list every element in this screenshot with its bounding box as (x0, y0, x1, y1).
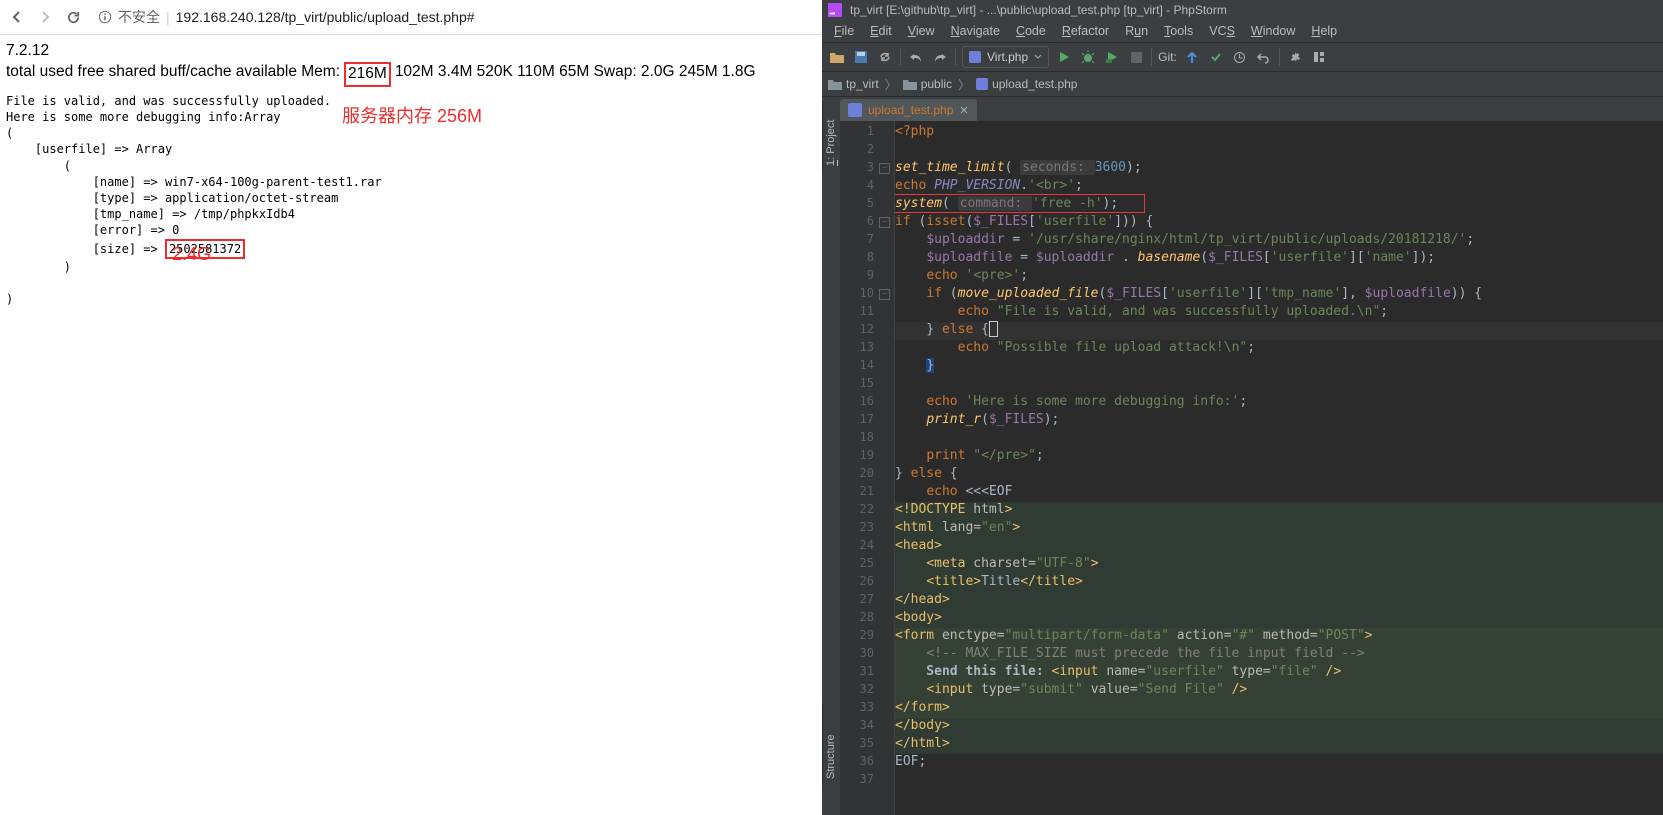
sync-icon[interactable] (876, 48, 894, 66)
editor[interactable]: 12 3− 45 6− 789 10− 11121314 15161718 19… (840, 121, 1663, 815)
redo-icon[interactable] (931, 48, 949, 66)
ide-title-bar: tp_virt [E:\github\tp_virt] - ...\public… (822, 0, 1663, 20)
run-config-combo[interactable]: Virt.php (962, 46, 1049, 68)
sidebar-structure-label[interactable]: Structure (822, 703, 839, 785)
fold-icon[interactable]: − (879, 289, 890, 300)
menu-bar: File Edit View Navigate Code Refactor Ru… (822, 20, 1663, 43)
git-label: Git: (1158, 50, 1177, 64)
ide-pane: tp_virt [E:\github\tp_virt] - ...\public… (822, 0, 1663, 815)
php-file-icon (969, 51, 981, 63)
run-button[interactable] (1055, 48, 1073, 66)
debug-button[interactable] (1079, 48, 1097, 66)
run-config-label: Virt.php (987, 50, 1028, 64)
undo-icon[interactable] (907, 48, 925, 66)
crumb-project[interactable]: tp_virt (828, 77, 879, 91)
tab-upload-test[interactable]: upload_test.php ✕ (840, 99, 977, 121)
settings-icon[interactable] (1286, 48, 1304, 66)
php-file-icon (848, 103, 862, 117)
code-area[interactable]: <?php set_time_limit( seconds: 3600); ec… (895, 121, 1663, 815)
stop-button[interactable] (1127, 48, 1145, 66)
ide-title: tp_virt [E:\github\tp_virt] - ...\public… (850, 3, 1227, 17)
menu-navigate[interactable]: Navigate (943, 22, 1008, 40)
page-content: 7.2.12 total used free shared buff/cache… (0, 35, 822, 313)
url-text: 192.168.240.128/tp_virt/public/upload_te… (176, 9, 475, 25)
menu-view[interactable]: View (900, 22, 943, 40)
structure-popup-icon[interactable] (1310, 48, 1328, 66)
chevron-down-icon (1034, 54, 1042, 60)
fold-icon[interactable]: − (879, 217, 890, 228)
address-bar: 不安全 | 192.168.240.128/tp_virt/public/upl… (0, 0, 822, 35)
mem-boxed-value: 216M (344, 62, 391, 87)
menu-help[interactable]: Help (1303, 22, 1345, 40)
url-field[interactable]: 不安全 | 192.168.240.128/tp_virt/public/upl… (90, 4, 816, 30)
info-icon (98, 10, 112, 24)
menu-tools[interactable]: Tools (1156, 22, 1201, 40)
menu-run[interactable]: Run (1117, 22, 1156, 40)
crumb-file[interactable]: upload_test.php (976, 77, 1077, 91)
mem-prefix: total used free shared buff/cache availa… (6, 62, 340, 87)
menu-vcs[interactable]: VCS (1201, 22, 1243, 40)
phpstorm-logo-icon (828, 3, 842, 17)
crumb-public[interactable]: public (903, 77, 952, 91)
toolbar: Virt.php Git: (822, 43, 1663, 72)
vcs-commit-icon[interactable] (1207, 48, 1225, 66)
sidebar-project-label[interactable]: 1: Project (822, 100, 839, 172)
editor-tabs: upload_test.php ✕ (822, 97, 1663, 121)
mem-rest: 102M 3.4M 520K 110M 65M Swap: 2.0G 245M … (395, 62, 756, 87)
save-all-icon[interactable] (852, 48, 870, 66)
vcs-update-icon[interactable] (1183, 48, 1201, 66)
annotation-24g: 2.4G (172, 244, 211, 265)
tab-label: upload_test.php (868, 103, 953, 117)
open-icon[interactable] (828, 48, 846, 66)
close-tab-icon[interactable]: ✕ (959, 104, 968, 117)
menu-window[interactable]: Window (1243, 22, 1303, 40)
browser-pane: 不安全 | 192.168.240.128/tp_virt/public/upl… (0, 0, 822, 815)
breadcrumbs: tp_virt 〉 public 〉 upload_test.php (822, 72, 1663, 97)
fold-icon[interactable]: − (879, 163, 890, 174)
coverage-icon[interactable] (1103, 48, 1121, 66)
vcs-history-icon[interactable] (1231, 48, 1249, 66)
menu-file[interactable]: File (826, 22, 862, 40)
menu-refactor[interactable]: Refactor (1054, 22, 1117, 40)
insecure-label: 不安全 (118, 7, 160, 27)
reload-button[interactable] (62, 6, 84, 28)
nav-back-button[interactable] (6, 6, 28, 28)
php-version: 7.2.12 (6, 41, 816, 62)
nav-forward-button[interactable] (34, 6, 56, 28)
vcs-revert-icon[interactable] (1255, 48, 1273, 66)
menu-edit[interactable]: Edit (862, 22, 900, 40)
menu-code[interactable]: Code (1008, 22, 1054, 40)
annotation-server-mem: 服务器内存 256M (342, 102, 482, 128)
gutter: 12 3− 45 6− 789 10− 11121314 15161718 19… (840, 121, 895, 815)
